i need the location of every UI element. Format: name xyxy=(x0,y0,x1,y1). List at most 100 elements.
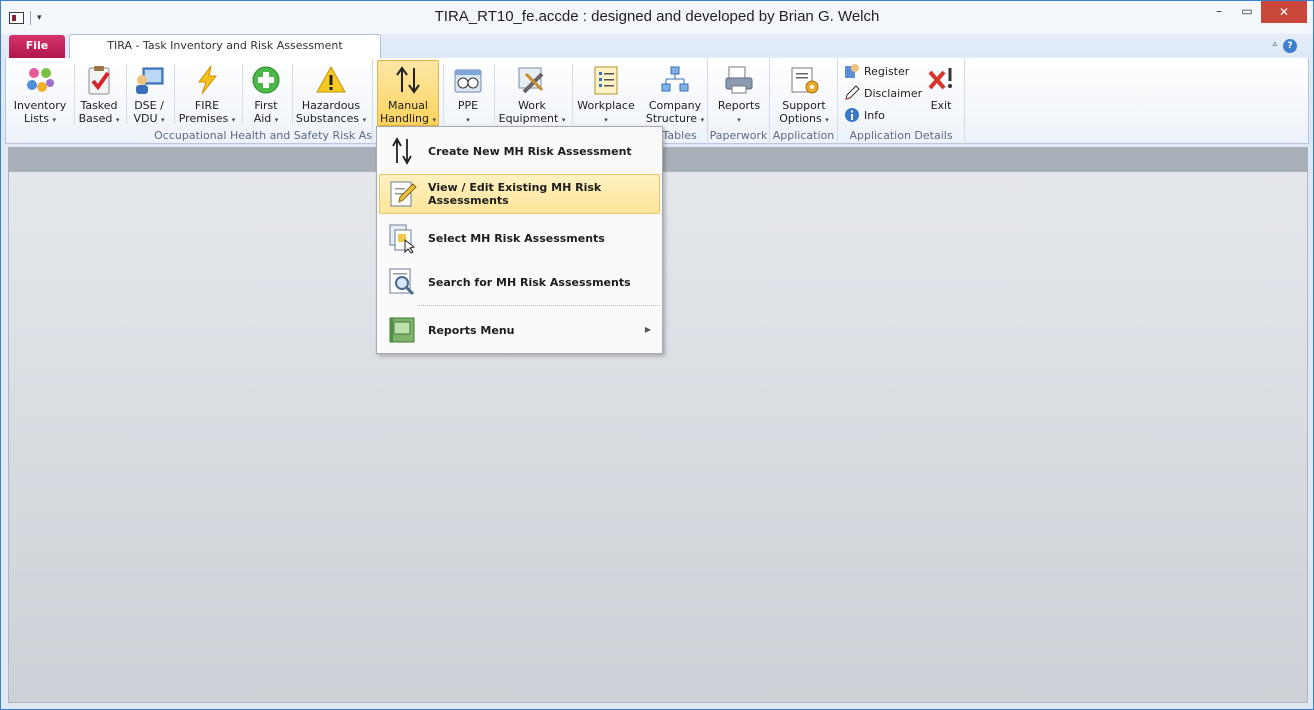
menu-item-label: Select MH Risk Assessments xyxy=(428,231,605,245)
window-title: TIRA_RT10_fe.accde : designed and develo… xyxy=(434,8,880,25)
group-label-ohs: Occupational Health and Safety Risk As xyxy=(154,129,372,142)
close-button[interactable]: ✕ xyxy=(1261,1,1307,23)
menu-item-create-mh[interactable]: Create New MH Risk Assessment xyxy=(379,131,660,171)
hazardous-label-1: Hazardous xyxy=(301,99,361,112)
submenu-arrow-icon: ▶ xyxy=(644,325,651,334)
group-application-details: Application Details Register Disclaimer … xyxy=(838,58,965,144)
chevron-down-icon: ▾ xyxy=(161,116,165,124)
exit-icon xyxy=(928,68,952,90)
application-window: ▾ TIRA_RT10_fe.accde : designed and deve… xyxy=(0,0,1314,710)
support-options-button[interactable]: Support Options ▾ xyxy=(774,60,834,126)
lightning-bolt-icon xyxy=(198,65,218,95)
help-icon[interactable]: ? xyxy=(1283,39,1297,53)
settings-document-icon xyxy=(791,67,819,94)
info-icon xyxy=(845,108,859,122)
select-documents-icon xyxy=(389,224,416,254)
plus-circle-icon xyxy=(252,66,280,94)
group-label-application: Application xyxy=(772,129,835,142)
group-paperwork: Paperwork Reports ▾ xyxy=(708,58,770,144)
register-button[interactable]: Register xyxy=(844,61,909,81)
disclaimer-label: Disclaimer xyxy=(864,86,923,100)
tab-file[interactable]: File xyxy=(9,35,65,58)
safety-goggles-icon xyxy=(454,69,482,93)
ribbon-separator xyxy=(443,64,444,124)
dse-label-1: DSE / xyxy=(134,99,164,112)
chevron-down-icon: ▾ xyxy=(362,116,367,124)
fire-premises-button[interactable]: FIRE Premises ▾ xyxy=(176,60,238,126)
company-structure-button[interactable]: Company Structure ▾ xyxy=(644,60,706,126)
fire-label-1: FIRE xyxy=(194,99,220,112)
warning-triangle-icon xyxy=(316,65,346,93)
work-equipment-label-1: Work xyxy=(518,99,546,112)
inventory-label-2: Lists xyxy=(24,112,49,125)
menu-item-view-edit-mh[interactable]: View / Edit Existing MH Risk Assessments xyxy=(379,174,660,214)
first-aid-button[interactable]: First Aid ▾ xyxy=(244,60,288,126)
exit-label: Exit xyxy=(930,99,952,112)
first-aid-label-1: First xyxy=(254,99,278,112)
work-equipment-button[interactable]: Work Equipment ▾ xyxy=(496,60,568,126)
exit-button[interactable]: Exit xyxy=(922,60,960,126)
company-label-1: Company xyxy=(648,99,702,112)
ppe-label: PPE xyxy=(457,99,479,112)
minimize-button[interactable]: – xyxy=(1205,1,1233,23)
ribbon-separator xyxy=(494,64,495,124)
register-label: Register xyxy=(864,64,910,78)
up-down-arrows-icon xyxy=(392,137,412,165)
chevron-down-icon: ▾ xyxy=(700,116,705,124)
menu-item-search-mh[interactable]: Search for MH Risk Assessments xyxy=(379,262,660,302)
tab-tira[interactable]: TIRA - Task Inventory and Risk Assessmen… xyxy=(69,34,381,74)
chevron-down-icon: ▾ xyxy=(561,116,566,124)
minimize-ribbon-icon[interactable]: ▵ xyxy=(1272,39,1277,49)
up-down-arrows-icon xyxy=(396,66,420,94)
reports-button[interactable]: Reports ▾ xyxy=(714,60,764,126)
workplace-label: Workplace xyxy=(577,99,635,112)
group-ohs-risk-assessment: Occupational Health and Safety Risk As I… xyxy=(6,58,373,144)
checklist-icon xyxy=(594,66,618,95)
ppe-button[interactable]: PPE ▾ xyxy=(446,60,490,126)
pen-icon xyxy=(845,85,860,100)
chevron-down-icon: ▾ xyxy=(115,116,120,124)
restore-button[interactable]: ▭ xyxy=(1233,1,1261,23)
hazardous-substances-button[interactable]: Hazardous Substances ▾ xyxy=(294,60,368,126)
support-label-2: Options xyxy=(779,112,822,125)
clipboard-check-icon xyxy=(88,66,110,95)
inventory-label-1: Inventory xyxy=(13,99,67,112)
chevron-down-icon: ▾ xyxy=(231,116,236,124)
monitor-user-icon xyxy=(136,67,164,94)
first-aid-label-2: Aid xyxy=(253,112,272,125)
info-button[interactable]: Info xyxy=(844,105,885,125)
ribbon-separator xyxy=(292,64,293,124)
edit-document-icon xyxy=(390,181,417,207)
menu-separator xyxy=(419,305,660,306)
ribbon-separator xyxy=(74,64,75,124)
fire-label-2: Premises xyxy=(178,112,229,125)
tasked-based-button[interactable]: Tasked Based ▾ xyxy=(76,60,122,126)
chevron-down-icon: ▾ xyxy=(604,116,608,124)
inventory-lists-button[interactable]: Inventory Lists ▾ xyxy=(10,60,70,126)
chevron-down-icon: ▾ xyxy=(274,116,279,124)
menu-item-label: View / Edit Existing MH Risk Assessments xyxy=(428,181,602,207)
menu-item-reports-menu[interactable]: Reports Menu ▶ xyxy=(379,310,660,350)
manual-label-2: Handling xyxy=(379,112,430,125)
printer-report-icon xyxy=(725,66,753,94)
group-application: Application Support Options ▾ xyxy=(770,58,838,144)
report-book-icon xyxy=(389,317,415,343)
tools-icon xyxy=(518,67,544,94)
group-label-paperwork: Paperwork xyxy=(709,129,768,142)
reports-label: Reports xyxy=(717,99,761,112)
ribbon-separator xyxy=(174,64,175,124)
work-equipment-label-2: Equipment xyxy=(498,112,559,125)
ribbon-separator xyxy=(126,64,127,124)
support-label-1: Support xyxy=(782,99,826,112)
tasked-label-1: Tasked xyxy=(80,99,118,112)
window-controls: – ▭ ✕ xyxy=(1205,1,1307,23)
ribbon-separator xyxy=(242,64,243,124)
menu-item-select-mh[interactable]: Select MH Risk Assessments xyxy=(379,218,660,258)
disclaimer-button[interactable]: Disclaimer xyxy=(844,83,922,103)
chevron-down-icon: ▾ xyxy=(466,116,470,124)
manual-handling-button[interactable]: Manual Handling ▾ xyxy=(377,60,439,126)
workplace-button[interactable]: Workplace ▾ xyxy=(574,60,638,126)
dse-vdu-button[interactable]: DSE / VDU ▾ xyxy=(128,60,170,126)
org-chart-icon xyxy=(661,66,689,92)
info-label: Info xyxy=(864,108,885,122)
